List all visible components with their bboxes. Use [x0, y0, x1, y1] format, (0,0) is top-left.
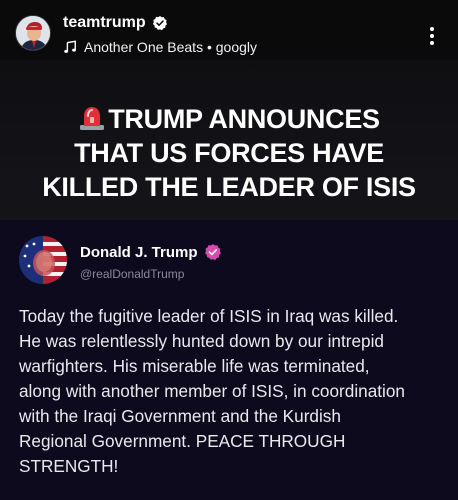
verified-badge-icon: [204, 244, 221, 261]
username[interactable]: teamtrump: [63, 13, 168, 33]
post-body-line: Regional Government. PEACE THROUGH: [19, 431, 346, 451]
post-author: Donald J. Trump: [80, 241, 222, 263]
headline: TRUMP ANNOUNCES THAT US FORCES HAVE KILL…: [40, 102, 418, 204]
post-body-line: warfighters. His miserable life was term…: [19, 356, 370, 376]
audio-label: Another One Beats • googly: [84, 39, 258, 55]
post-body: Today the fugitive leader of ISIS in Ira…: [19, 304, 443, 479]
more-vertical-icon: [430, 34, 434, 38]
music-note-icon: [64, 40, 76, 53]
headline-line-1: TRUMP ANNOUNCES: [108, 104, 380, 134]
audio-track[interactable]: Another One Beats • googly: [63, 38, 257, 56]
more-vertical-icon: [430, 27, 434, 31]
verified-badge-icon: [152, 16, 167, 31]
headline-line-2: THAT US FORCES HAVE: [74, 138, 384, 168]
headline-line: TRUMP ANNOUNCES: [40, 102, 418, 136]
post-author-name: Donald J. Trump: [80, 243, 198, 261]
post-body-line: He was relentlessly hunted down by our i…: [19, 331, 384, 351]
post-body-line: with the Iraqi Government and the Kurdis…: [19, 406, 341, 426]
siren-emoji-icon: [80, 107, 105, 130]
post-body-line: STRENGTH!: [19, 456, 119, 476]
profile-avatar[interactable]: [15, 15, 51, 51]
more-vertical-icon: [430, 41, 434, 45]
username-label: teamtrump: [63, 14, 146, 31]
headline-line-3: KILLED THE LEADER OF ISIS: [42, 172, 416, 202]
post-author-avatar: [19, 236, 67, 284]
more-options-button[interactable]: [420, 22, 444, 50]
post-author-handle: @realDonaldTrump: [80, 267, 185, 281]
post-body-line: Today the fugitive leader of ISIS in Ira…: [19, 306, 399, 326]
post-body-line: along with another member of ISIS, in co…: [19, 381, 405, 401]
